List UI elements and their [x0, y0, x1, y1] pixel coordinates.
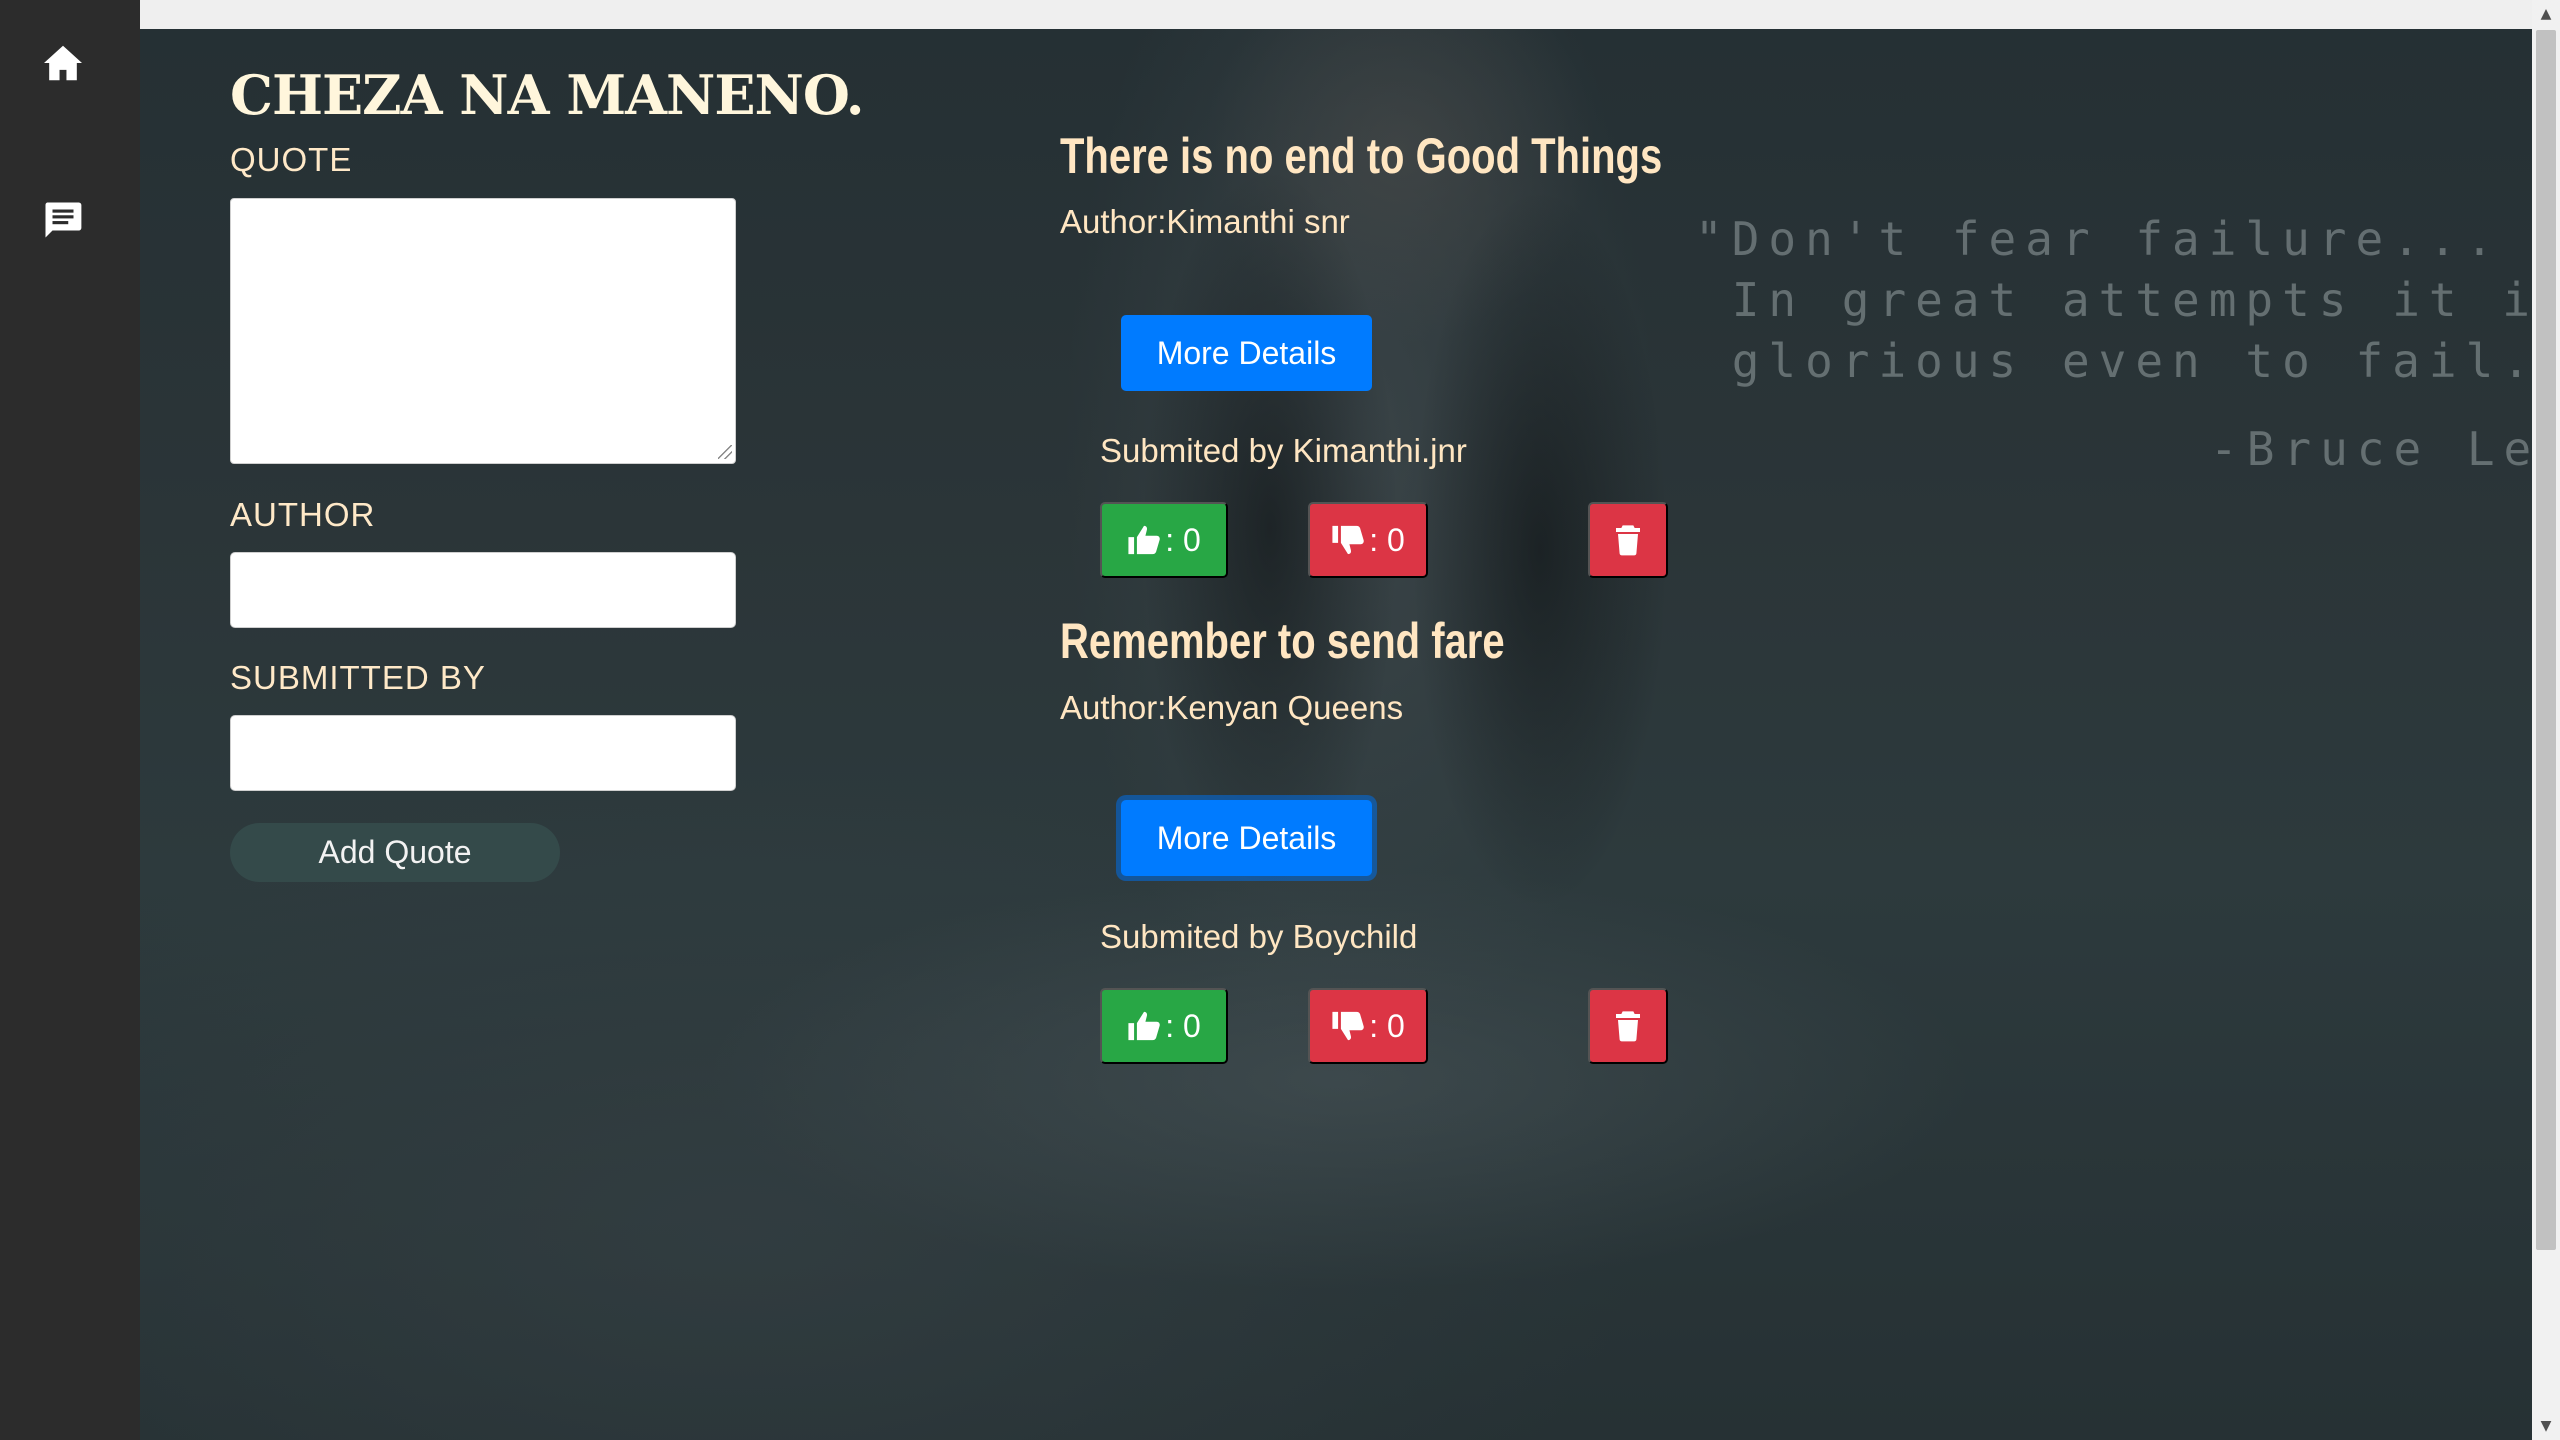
- more-details-button[interactable]: More Details: [1121, 315, 1372, 391]
- upvote-button[interactable]: : 0: [1100, 502, 1228, 578]
- author-label: AUTHOR: [230, 496, 376, 533]
- trash-icon: [1614, 1010, 1642, 1042]
- upvote-button[interactable]: : 0: [1100, 988, 1228, 1064]
- upvote-count: : 0: [1165, 1007, 1201, 1044]
- main-content: "Don't fear failure... In great attempts…: [140, 29, 2532, 1440]
- author-input[interactable]: [230, 552, 736, 628]
- thumbs-up-icon: [1127, 1010, 1161, 1042]
- scroll-down-icon[interactable]: ▼: [2532, 1414, 2560, 1438]
- message-icon[interactable]: [38, 195, 88, 245]
- thumbs-down-icon: [1331, 1010, 1365, 1042]
- downvote-button[interactable]: : 0: [1308, 988, 1428, 1064]
- vertical-scrollbar[interactable]: ▲ ▼: [2532, 0, 2560, 1440]
- submitted-by-text: Submited by Boychild: [1100, 918, 1418, 955]
- trash-icon: [1614, 524, 1642, 556]
- background-quote-author: -Bruce Lee: [2210, 422, 2532, 476]
- quote-label: QUOTE: [230, 141, 353, 178]
- resize-grip-icon[interactable]: [718, 445, 732, 459]
- quote-author: Author:Kenyan Queens: [1060, 689, 1404, 726]
- submitted-by-input[interactable]: [230, 715, 736, 791]
- more-details-button[interactable]: More Details: [1121, 800, 1372, 876]
- scrollbar-thumb[interactable]: [2536, 30, 2556, 1250]
- browser-top-bar: [140, 0, 2532, 29]
- downvote-button[interactable]: : 0: [1308, 502, 1428, 578]
- background-quote-text: "Don't fear failure... In great attempts…: [1695, 212, 2532, 388]
- delete-button[interactable]: [1588, 502, 1668, 578]
- quote-author: Author:Kimanthi snr: [1060, 203, 1350, 240]
- submitted-by-text: Submited by Kimanthi.jnr: [1100, 432, 1467, 469]
- page-title: CHEZA NA MANENO.: [230, 63, 865, 127]
- quote-title: There is no end to Good Things: [1060, 128, 1663, 184]
- home-icon[interactable]: [38, 38, 88, 88]
- submitted-by-label: SUBMITTED BY: [230, 659, 486, 696]
- thumbs-up-icon: [1127, 524, 1161, 556]
- add-quote-button[interactable]: Add Quote: [230, 823, 560, 882]
- scroll-up-icon[interactable]: ▲: [2532, 2, 2560, 26]
- downvote-count: : 0: [1369, 521, 1405, 558]
- thumbs-down-icon: [1331, 524, 1365, 556]
- delete-button[interactable]: [1588, 988, 1668, 1064]
- upvote-count: : 0: [1165, 521, 1201, 558]
- quote-textarea[interactable]: [230, 198, 736, 464]
- sidebar: [0, 0, 140, 1440]
- downvote-count: : 0: [1369, 1007, 1405, 1044]
- quote-title: Remember to send fare: [1060, 613, 1505, 669]
